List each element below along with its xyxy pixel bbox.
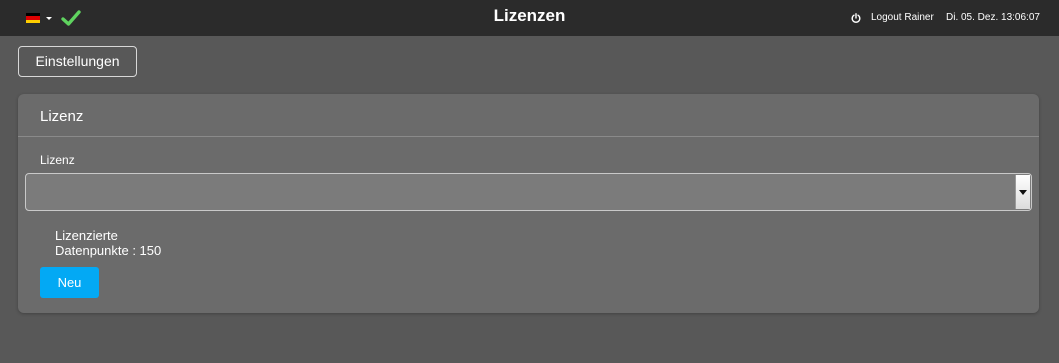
licensed-datapoints: Lizenzierte Datenpunkte : 150	[55, 228, 161, 258]
new-button[interactable]: Neu	[40, 267, 99, 298]
license-select[interactable]	[25, 173, 1032, 211]
datapoints-count: Datenpunkte : 150	[55, 243, 162, 258]
panel-header: Lizenz	[18, 94, 1039, 137]
logout-link[interactable]: Logout Rainer	[871, 12, 934, 24]
panel-title: Lizenz	[40, 108, 84, 125]
license-panel: Lizenz Lizenz Lizenzierte Datenpunkte : …	[18, 94, 1039, 313]
select-arrow-icon[interactable]	[1015, 175, 1030, 209]
datetime-label: Di. 05. Dez. 13:06:07	[946, 12, 1040, 23]
licensed-label: Lizenzierte	[55, 228, 118, 243]
power-icon[interactable]	[851, 13, 861, 23]
settings-button[interactable]: Einstellungen	[18, 46, 137, 77]
license-field-label: Lizenz	[40, 153, 75, 167]
top-bar: Lizenzen Logout Rainer Di. 05. Dez. 13:0…	[0, 0, 1059, 36]
